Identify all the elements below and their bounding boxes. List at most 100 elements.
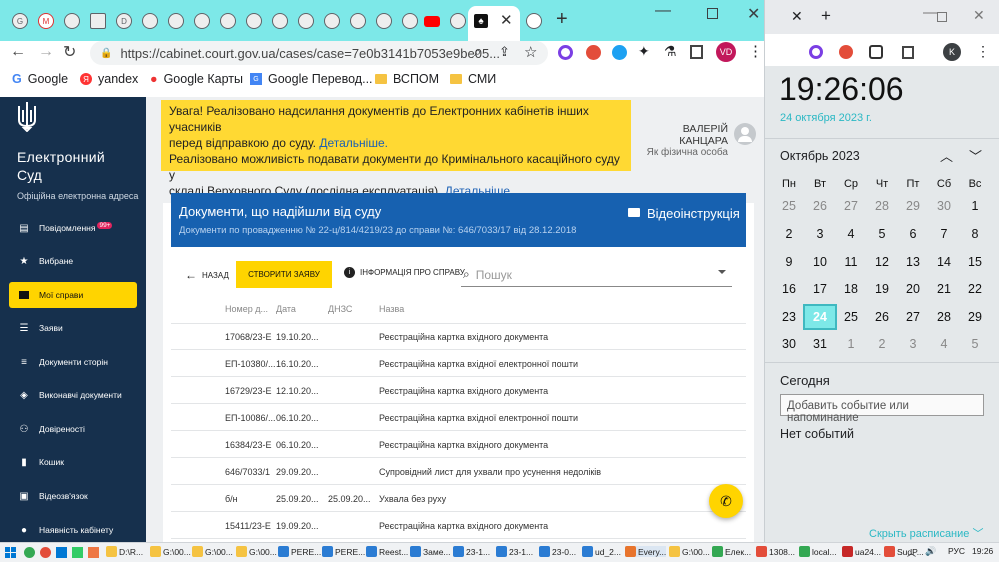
calendar-day[interactable]: 26 — [805, 195, 835, 217]
calendar-day[interactable]: 1 — [836, 333, 866, 355]
table-row[interactable]: 646/7033/1 29.09.20... Супровідний лист дл… — [171, 459, 746, 485]
taskbar-window-button[interactable]: Every... — [625, 546, 667, 557]
minimize-icon[interactable]: — — [923, 4, 938, 21]
taskbar-window-button[interactable]: SudP... — [884, 546, 924, 557]
user-avatar[interactable] — [734, 123, 756, 145]
calendar-day[interactable]: 23 — [774, 306, 804, 328]
calendar-day[interactable]: 5 — [867, 223, 897, 245]
calendar-day[interactable]: 29 — [898, 195, 928, 217]
taskbar-window-button[interactable]: 23-1... — [453, 546, 490, 557]
profile-avatar[interactable]: VD — [716, 42, 736, 62]
calendar-day[interactable]: 28 — [929, 306, 959, 328]
calendar-day[interactable]: 30 — [774, 333, 804, 355]
window-close-icon[interactable]: ✕ — [973, 7, 985, 24]
calendar-day[interactable]: 4 — [836, 223, 866, 245]
search-field[interactable]: ⌕ Пошук — [461, 263, 732, 287]
puzzle-icon[interactable] — [869, 45, 883, 59]
calendar-day[interactable]: 8 — [960, 223, 990, 245]
calendar-day[interactable]: 31 — [805, 333, 835, 355]
calendar-day[interactable]: 16 — [774, 278, 804, 300]
browser-tab[interactable]: M — [34, 8, 58, 34]
phone-call-button[interactable]: ✆ — [709, 484, 743, 518]
window-close-icon[interactable]: ✕ — [747, 4, 760, 24]
bookmark-star-icon[interactable]: ☆ — [524, 43, 537, 61]
calendar-day[interactable]: 3 — [805, 223, 835, 245]
calendar-day[interactable]: 6 — [898, 223, 928, 245]
bookmark-item[interactable]: G Google Перевод... — [250, 72, 373, 86]
calendar-day[interactable]: 10 — [805, 251, 835, 273]
browser-tab[interactable] — [60, 8, 84, 34]
share-icon[interactable]: ⇪ — [499, 44, 510, 60]
minimize-icon[interactable]: — — [655, 2, 671, 20]
table-row[interactable]: 15411/23-Е 19.09.20... Реєстраційна картка… — [171, 513, 746, 539]
calendar-day[interactable]: 18 — [836, 278, 866, 300]
app-icon[interactable] — [56, 547, 67, 558]
menu-kebab-icon[interactable]: ⋮ — [976, 43, 990, 60]
new-tab-icon[interactable]: + — [556, 8, 568, 31]
taskbar-window-button[interactable]: G:\00... — [669, 546, 710, 557]
extension-icon[interactable] — [809, 45, 823, 59]
app-icon[interactable] — [88, 547, 99, 558]
table-row[interactable]: ЕП-10086/... 06.10.20... Реєстраційна карт… — [171, 405, 746, 431]
taskbar-window-button[interactable]: G:\00... — [236, 546, 277, 557]
nav-applications[interactable]: ☰ Заяви — [9, 315, 137, 341]
nav-power-of-attorney[interactable]: ⚇ Довіреності — [9, 416, 137, 442]
calendar-day[interactable]: 11 — [836, 251, 866, 273]
calendar-day[interactable]: 5 — [960, 333, 990, 355]
calendar-day[interactable]: 22 — [960, 278, 990, 300]
clock-date[interactable]: 24 октября 2023 г. — [780, 112, 872, 124]
calendar-day[interactable]: 21 — [929, 278, 959, 300]
taskbar-window-button[interactable]: ud_2... — [582, 546, 621, 557]
browser-tab[interactable] — [346, 8, 370, 34]
calendar-day[interactable]: 28 — [867, 195, 897, 217]
dropdown-caret-icon[interactable] — [718, 270, 726, 274]
browser-tab[interactable] — [294, 8, 318, 34]
calendar-day[interactable]: 3 — [898, 333, 928, 355]
calendar-day[interactable]: 30 — [929, 195, 959, 217]
prev-month-icon[interactable]: ︿ — [940, 146, 953, 165]
browser-tab[interactable] — [164, 8, 188, 34]
nav-my-cases[interactable]: Мої справи — [9, 282, 137, 308]
taskbar-clock[interactable]: 19:26 — [972, 546, 993, 556]
calendar-month-label[interactable]: Октябрь 2023 — [780, 149, 860, 163]
extension-icon[interactable] — [839, 45, 853, 59]
menu-kebab-icon[interactable]: ⋮ — [748, 42, 763, 60]
nav-cabinet-availability[interactable]: ● Наявність кабінету — [9, 517, 137, 543]
bookmark-item[interactable]: ● Google Карты — [150, 72, 243, 86]
extension-icon[interactable] — [558, 45, 573, 60]
column-header[interactable]: Дата — [276, 304, 296, 314]
tray-chevron-icon[interactable]: ︿ — [907, 546, 916, 559]
extension-icon[interactable] — [612, 45, 627, 60]
browser-tab[interactable] — [268, 8, 292, 34]
opera-icon[interactable] — [40, 547, 51, 558]
taskbar-window-button[interactable]: 23-1... — [496, 546, 533, 557]
calendar-day[interactable]: 15 — [960, 251, 990, 273]
taskbar-window-button[interactable]: 23-0... — [539, 546, 576, 557]
browser-tab[interactable] — [372, 8, 396, 34]
language-indicator[interactable]: РУС — [948, 546, 965, 556]
active-tab[interactable]: ♠ ✕ — [468, 6, 520, 41]
close-icon[interactable]: ✕ — [791, 8, 803, 25]
calendar-day[interactable]: 17 — [805, 278, 835, 300]
table-row[interactable]: 17068/23-Е 19.10.20... Реєстраційна картка… — [171, 324, 746, 350]
column-header[interactable]: Назва — [379, 304, 404, 314]
back-button[interactable]: ← НАЗАД — [185, 268, 229, 282]
restore-icon[interactable] — [937, 12, 947, 22]
column-header[interactable]: ДНЗС — [328, 304, 352, 314]
video-instruction-link[interactable]: Відеоінструкція — [647, 206, 740, 221]
chrome-icon[interactable] — [24, 547, 35, 558]
browser-tab[interactable] — [190, 8, 214, 34]
taskbar-window-button[interactable]: G:\00... — [150, 546, 191, 557]
add-event-input[interactable]: Добавить событие или напоминание — [780, 394, 984, 424]
search-icon[interactable]: ⌕ — [474, 44, 481, 60]
calendar-day[interactable]: 27 — [898, 306, 928, 328]
calendar-day[interactable]: 20 — [898, 278, 928, 300]
reload-icon[interactable]: ↻ — [63, 42, 76, 62]
create-application-button[interactable]: СТВОРИТИ ЗАЯВУ — [236, 261, 332, 288]
nav-notifications[interactable]: ▤ Повідомлення 99+ — [9, 215, 137, 241]
profile-avatar[interactable]: K — [943, 43, 961, 61]
hide-schedule-link[interactable]: Скрыть расписание ﹀ — [869, 525, 983, 541]
new-tab-icon[interactable]: + — [821, 6, 831, 26]
table-row[interactable]: 16384/23-Е 06.10.20... Реєстраційна картка… — [171, 432, 746, 458]
browser-tab[interactable]: D — [112, 8, 136, 34]
